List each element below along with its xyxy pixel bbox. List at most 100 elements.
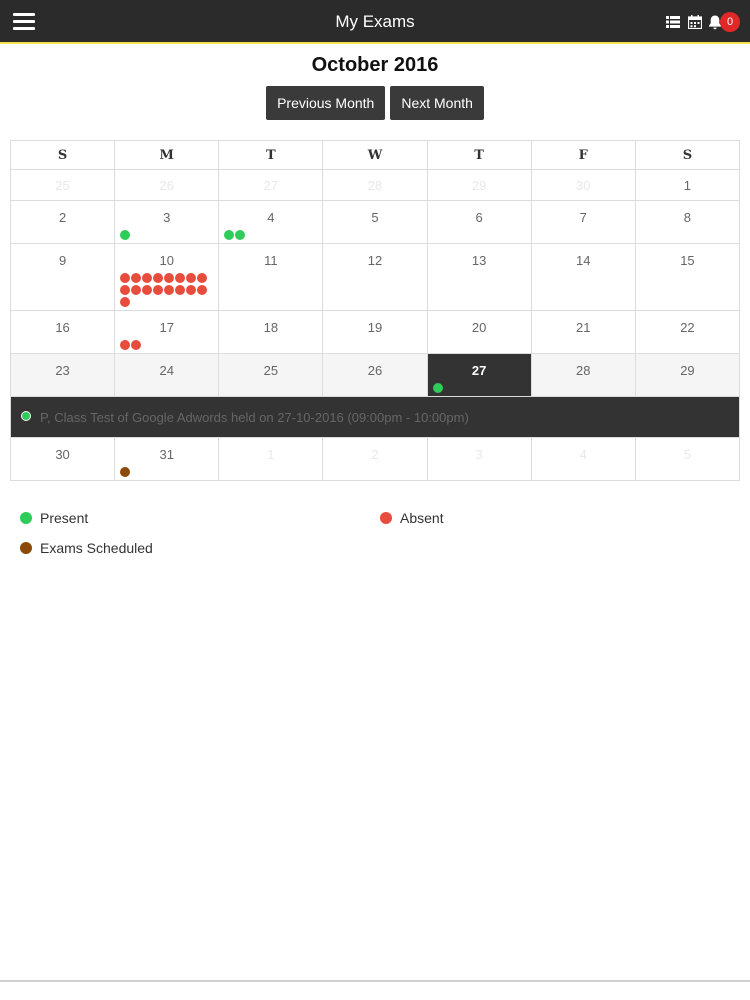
calendar-day[interactable]: 11 [218, 243, 324, 311]
calendar-day[interactable]: 5 [322, 200, 428, 244]
attendance-dots [120, 339, 210, 351]
day-number: 18 [263, 320, 279, 335]
calendar-week-row: 9 10 11 12 13 14 15 [9, 243, 741, 311]
calendar-day[interactable]: 18 [218, 310, 324, 354]
day-number: 20 [471, 320, 487, 335]
bottom-divider [0, 980, 750, 982]
weekday-label: T [426, 140, 532, 170]
absent-dot-icon [131, 273, 142, 283]
day-number: 3 [163, 210, 171, 225]
calendar-day[interactable]: 7 [530, 200, 636, 244]
calendar-day[interactable]: 10 [114, 243, 220, 311]
calendar-day[interactable]: 30 [530, 169, 636, 201]
absent-dot-icon [153, 285, 164, 295]
calendar-day[interactable]: 27 [218, 169, 324, 201]
day-number: 2 [371, 447, 379, 462]
calendar-day[interactable]: 22 [634, 310, 741, 354]
absent-dot-icon [175, 273, 186, 283]
calendar-icon[interactable] [684, 11, 706, 33]
calendar-day[interactable]: 13 [426, 243, 532, 311]
calendar-day[interactable]: 21 [530, 310, 636, 354]
absent-dot-icon [142, 273, 153, 283]
day-number: 4 [579, 447, 587, 462]
absent-dot-icon [197, 273, 208, 283]
next-month-button[interactable]: Next Month [390, 86, 484, 120]
calendar-week-row: 23 24 25 26 27 28 29 [9, 353, 741, 397]
day-number: 9 [58, 253, 67, 268]
calendar-day[interactable]: 14 [530, 243, 636, 311]
attendance-dots [120, 229, 210, 241]
calendar-day[interactable]: 15 [634, 243, 741, 311]
weekday-label: F [530, 140, 636, 170]
calendar-day[interactable]: 2 [9, 200, 116, 244]
calendar-day[interactable]: 16 [9, 310, 116, 354]
weekday-label: S [9, 140, 116, 170]
legend-item-absent: Absent [380, 510, 444, 526]
calendar-day[interactable]: 25 [218, 353, 324, 397]
notification-badge: 0 [720, 12, 740, 32]
calendar-day[interactable]: 6 [426, 200, 532, 244]
scheduled-dot-icon [20, 542, 32, 554]
absent-dot-icon [175, 285, 186, 295]
calendar-day-selected[interactable]: 27 [426, 353, 532, 397]
list-icon[interactable] [662, 11, 684, 33]
calendar-day[interactable]: 1 [634, 169, 741, 201]
present-dot-icon [235, 230, 246, 240]
calendar-day[interactable]: 20 [426, 310, 532, 354]
calendar-day[interactable]: 4 [530, 437, 636, 481]
day-number: 30 [576, 178, 591, 193]
present-dot-icon [120, 230, 131, 240]
weekday-label: S [634, 140, 741, 170]
calendar-day[interactable]: 24 [114, 353, 220, 397]
calendar-day[interactable]: 26 [322, 353, 428, 397]
day-number: 26 [159, 178, 174, 193]
calendar-day[interactable]: 29 [634, 353, 741, 397]
event-text: P, Class Test of Google Adwords held on … [40, 409, 469, 425]
event-detail[interactable]: P, Class Test of Google Adwords held on … [10, 396, 740, 438]
day-number: 2 [58, 210, 67, 225]
bell-icon[interactable]: 0 [706, 11, 742, 33]
calendar-day[interactable]: 3 [426, 437, 532, 481]
calendar-day[interactable]: 25 [9, 169, 116, 201]
day-number: 29 [680, 363, 695, 378]
calendar-day[interactable]: 23 [9, 353, 116, 397]
calendar-day[interactable]: 1 [218, 437, 324, 481]
calendar-day[interactable]: 9 [9, 243, 116, 311]
calendar-day[interactable]: 12 [322, 243, 428, 311]
absent-dot-icon [186, 285, 197, 295]
calendar-day[interactable]: 28 [322, 169, 428, 201]
day-number: 19 [367, 320, 383, 335]
calendar-day[interactable]: 26 [114, 169, 220, 201]
calendar-day[interactable]: 4 [218, 200, 324, 244]
day-number: 25 [55, 178, 70, 193]
calendar-day[interactable]: 3 [114, 200, 220, 244]
day-number: 1 [267, 447, 275, 462]
calendar-day[interactable]: 19 [322, 310, 428, 354]
calendar-week-row: 25 26 27 28 29 30 1 [9, 169, 741, 201]
calendar-day[interactable]: 5 [634, 437, 741, 481]
calendar-day[interactable]: 28 [530, 353, 636, 397]
calendar-day[interactable]: 8 [634, 200, 741, 244]
calendar-day[interactable]: 30 [9, 437, 116, 481]
day-number: 27 [263, 178, 279, 193]
calendar-day[interactable]: 29 [426, 169, 532, 201]
attendance-dots [120, 272, 210, 308]
calendar-week-row: 16 17 18 19 20 21 22 [9, 310, 741, 354]
calendar-day[interactable]: 2 [322, 437, 428, 481]
month-title: October 2016 [311, 54, 439, 76]
legend-label: Exams Scheduled [40, 540, 153, 556]
previous-month-button[interactable]: Previous Month [266, 86, 386, 120]
legend-label: Absent [400, 510, 444, 526]
calendar-week-row: 30 31 1 2 3 4 5 [9, 437, 741, 481]
absent-dot-icon [153, 273, 164, 283]
attendance-dots [432, 382, 523, 394]
absent-dot-icon [120, 297, 131, 307]
calendar-day[interactable]: 31 [114, 437, 220, 481]
month-navigation: Previous Month Next Month [0, 86, 750, 120]
day-number: 30 [55, 447, 70, 462]
calendar-day[interactable]: 17 [114, 310, 220, 354]
day-number: 26 [367, 363, 383, 378]
weekday-header-row: S M T W T F S [9, 140, 741, 170]
day-number: 28 [367, 178, 383, 193]
calendar-week-row: 2 3 4 5 6 7 8 [9, 200, 741, 244]
